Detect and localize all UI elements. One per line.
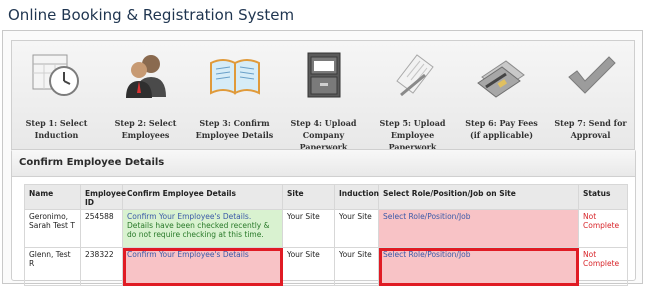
steps-bar: Step 1: Select Induction Step 2: Select Em… bbox=[11, 40, 635, 152]
step-label-line1: Step 1: Select bbox=[25, 118, 88, 128]
col-header-name: Name bbox=[24, 184, 81, 210]
confirm-details-panel: Confirm Employee Details Name Employee I… bbox=[11, 149, 636, 286]
employee-table: Name Employee ID Confirm Employee Detail… bbox=[24, 184, 628, 286]
col-header-site: Site bbox=[282, 184, 335, 210]
col-header-confirm-details: Confirm Employee Details bbox=[122, 184, 283, 210]
col-header-employee-id: Employee ID bbox=[80, 184, 126, 210]
step-4-upload-company-paperwork[interactable]: Step 4: Upload Company Paperwork bbox=[279, 41, 368, 152]
status-badge: Not Complete bbox=[578, 209, 628, 248]
select-role-cell: Select Role/Position/Job bbox=[378, 209, 579, 248]
col-header-induction: Induction bbox=[334, 184, 379, 210]
step-label-line2: (if applicable) bbox=[469, 130, 534, 140]
step-7-send-for-approval[interactable]: Step 7: Send for Approval bbox=[546, 41, 635, 151]
panel-title: Confirm Employee Details bbox=[19, 157, 165, 168]
table-row: Geronimo, Sarah Test T 254588 Confirm Yo… bbox=[24, 209, 628, 248]
step-6-pay-fees[interactable]: Step 6: Pay Fees (if applicable) bbox=[457, 41, 546, 151]
col-header-select-role: Select Role/Position/Job on Site bbox=[378, 184, 579, 210]
panel-header: Confirm Employee Details bbox=[12, 150, 635, 177]
employee-name: Geronimo, Sarah Test T bbox=[24, 209, 81, 248]
checkmark-icon bbox=[567, 56, 616, 94]
induction-cell: Your Site bbox=[334, 247, 379, 286]
step-label-line1: Step 4: Upload bbox=[290, 118, 357, 128]
step-label-line2: Employee Details bbox=[195, 130, 274, 140]
booking-frame: Step 1: Select Induction Step 2: Select Em… bbox=[2, 30, 643, 286]
table-row: Glenn, Test R 238322 Confirm Your Employ… bbox=[24, 247, 628, 286]
employee-id: 254588 bbox=[80, 209, 123, 248]
credit-cards-icon bbox=[476, 60, 525, 98]
clock-calendar-icon bbox=[32, 54, 79, 96]
site-cell: Your Site bbox=[282, 247, 335, 286]
open-book-icon bbox=[209, 59, 260, 95]
step-label-line1: Step 6: Pay Fees bbox=[465, 118, 538, 128]
col-header-status: Status bbox=[578, 184, 628, 210]
step-label-line2: Employees bbox=[121, 130, 170, 140]
people-icon bbox=[125, 55, 166, 98]
confirm-details-link[interactable]: Confirm Your Employee's Details. bbox=[127, 212, 251, 221]
confirm-details-cell: Confirm Your Employee's Details bbox=[122, 247, 283, 286]
confirm-details-note: Details have been checked recently & do … bbox=[127, 221, 270, 239]
step-label-line1: Step 7: Send for bbox=[554, 118, 627, 128]
confirm-details-link[interactable]: Confirm Your Employee's Details bbox=[127, 250, 249, 259]
site-cell: Your Site bbox=[282, 209, 335, 248]
select-role-link[interactable]: Select Role/Position/Job bbox=[383, 212, 471, 221]
step-1-select-induction[interactable]: Step 1: Select Induction bbox=[12, 41, 101, 151]
step-label-line1: Step 5: Upload bbox=[379, 118, 446, 128]
employee-id: 238322 bbox=[80, 247, 123, 286]
step-label-line1: Step 2: Select bbox=[114, 118, 177, 128]
select-role-link[interactable]: Select Role/Position/Job bbox=[383, 250, 471, 259]
document-pen-icon bbox=[395, 54, 434, 97]
filing-cabinet-icon bbox=[307, 52, 340, 98]
employee-name: Glenn, Test R bbox=[24, 247, 81, 286]
step-label-line2: Induction bbox=[34, 130, 79, 140]
step-3-confirm-employee-details[interactable]: Step 3: Confirm Employee Details bbox=[190, 41, 279, 151]
confirm-details-cell: Confirm Your Employee's Details. Details… bbox=[122, 209, 283, 248]
step-5-upload-employee-paperwork[interactable]: Step 5: Upload Employee Paperwork bbox=[368, 41, 457, 152]
status-badge: Not Complete bbox=[578, 247, 628, 286]
app-title: Online Booking & Registration System bbox=[8, 6, 295, 24]
induction-cell: Your Site bbox=[334, 209, 379, 248]
step-2-select-employees[interactable]: Step 2: Select Employees bbox=[101, 41, 190, 151]
table-header-row: Name Employee ID Confirm Employee Detail… bbox=[24, 184, 628, 210]
step-label-line2: Approval bbox=[570, 130, 611, 140]
select-role-cell: Select Role/Position/Job bbox=[378, 247, 579, 286]
step-label-line1: Step 3: Confirm bbox=[199, 118, 270, 128]
